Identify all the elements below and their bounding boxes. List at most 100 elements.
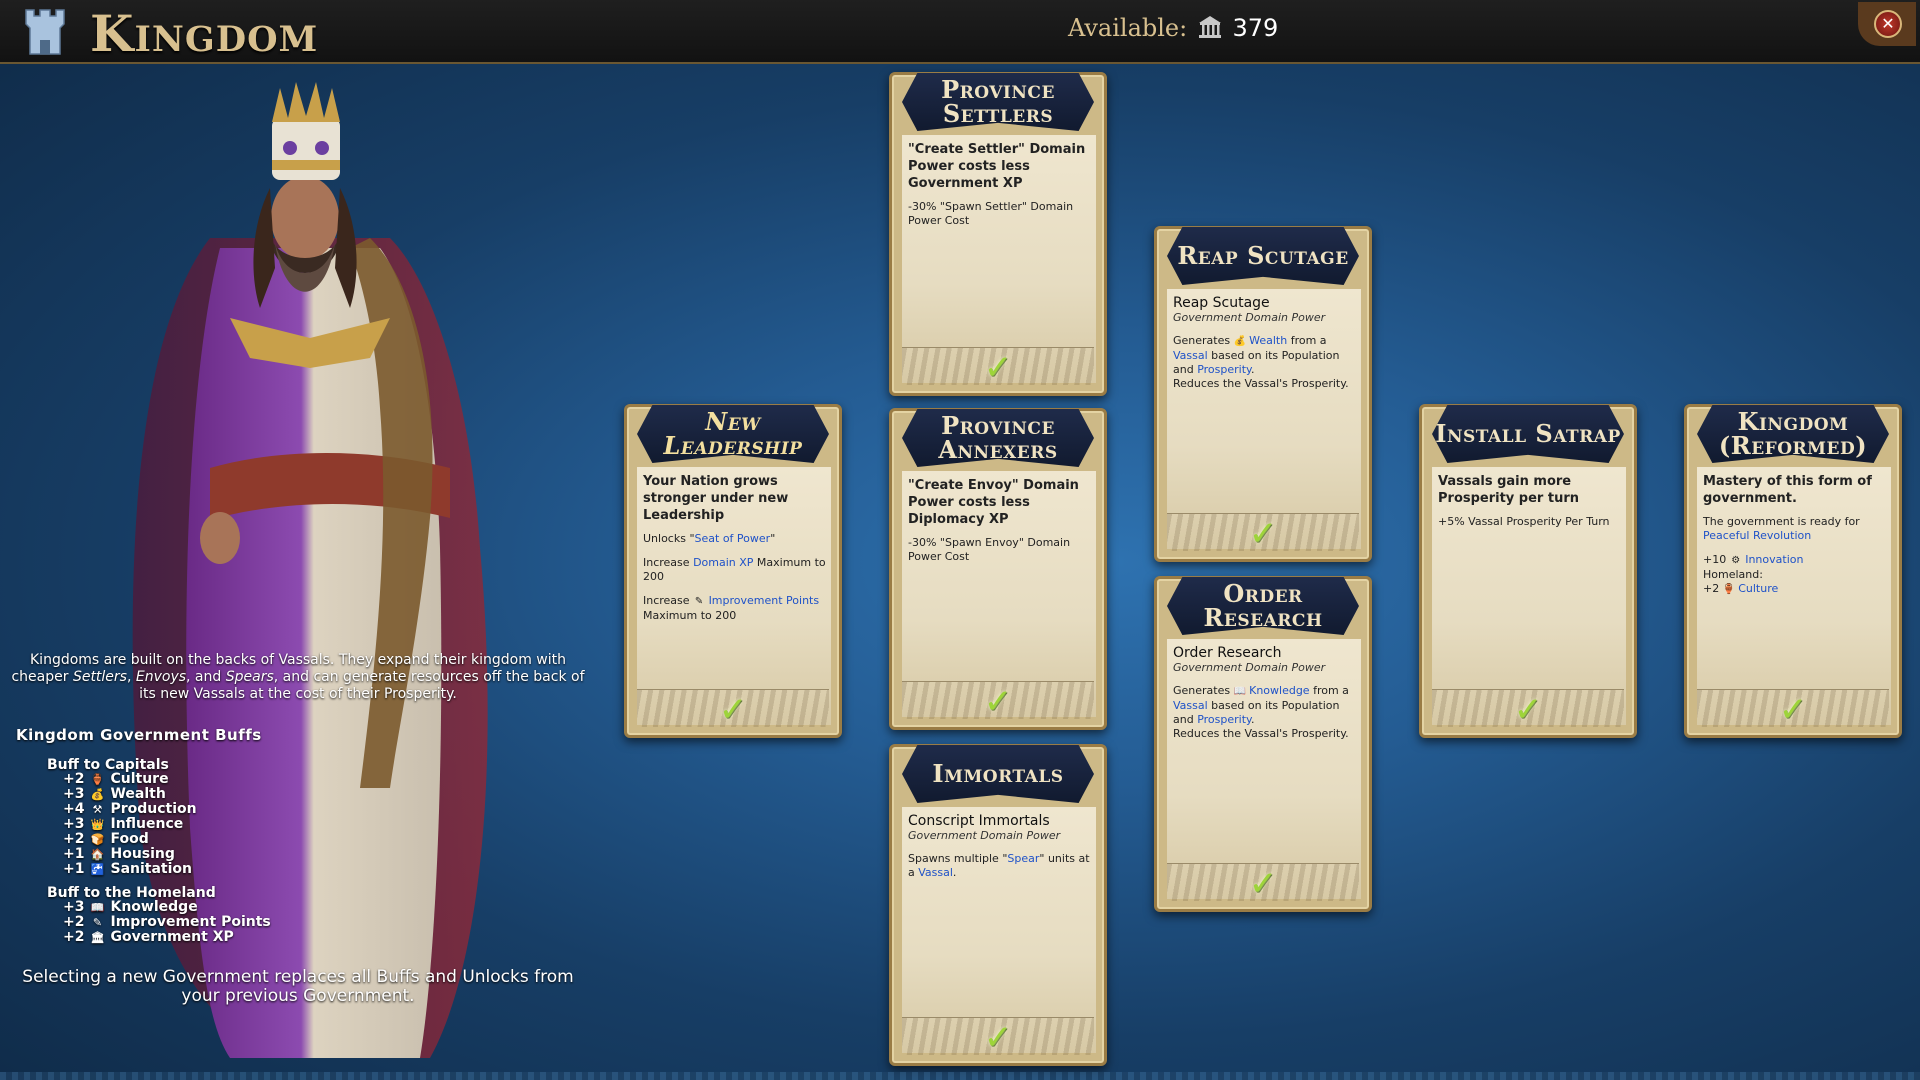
bottom-fringe (0, 1072, 1920, 1080)
vassal-link[interactable]: Vassal (918, 866, 953, 879)
effect-text: . (1250, 713, 1255, 726)
card-province-settlers[interactable]: Province Settlers "Create Settler" Domai… (889, 72, 1107, 396)
buff-label: Culture (110, 771, 169, 787)
vassal-link[interactable]: Vassal (1173, 699, 1208, 712)
domain-xp-link[interactable]: Domain XP (693, 556, 753, 569)
settlers-term: Settlers (72, 669, 127, 685)
prosperity-link[interactable]: Prosperity (1197, 713, 1251, 726)
close-icon[interactable]: ✕ (1874, 10, 1902, 38)
card-body: "Create Settler" Domain Power costs less… (902, 135, 1096, 383)
improvement-points-link[interactable]: Improvement Points (709, 594, 820, 607)
card-body: Your Nation grows stronger under new Lea… (637, 467, 831, 725)
card-body: Order Research Government Domain Power G… (1167, 639, 1361, 899)
wealth-icon: 💰 (90, 788, 105, 801)
card-header: Kingdom (Reformed) (1697, 405, 1889, 463)
buff-row: +4 ⚒ Production (47, 802, 197, 817)
close-button[interactable]: ✕ (1858, 2, 1916, 46)
available-currency: Available: 379 (1068, 14, 1278, 42)
card-effect: -30% "Spawn Settler" Domain Power Cost (908, 200, 1074, 227)
effect-text: +10 (1703, 553, 1730, 566)
effect-text: " (770, 532, 776, 545)
peaceful-revolution-link[interactable]: Peaceful Revolution (1703, 529, 1811, 542)
checkmark-icon: ✓ (1248, 864, 1278, 904)
innovation-icon: ⚙ (1731, 555, 1741, 566)
card-lead: Vassals gain more Prosperity per turn (1438, 474, 1580, 506)
spears-term: Spears (225, 669, 274, 685)
card-install-satrap[interactable]: Install Satrap Vassals gain more Prosper… (1419, 404, 1637, 738)
culture-link[interactable]: Culture (1738, 582, 1778, 595)
effect-text: Reduces the Vassal's Prosperity. (1173, 377, 1349, 390)
buffs-title: Kingdom Government Buffs (16, 726, 262, 744)
card-header: Province Annexers (902, 409, 1094, 467)
production-icon: ⚒ (92, 803, 103, 816)
power-name: Order Research (1173, 645, 1282, 661)
power-type: Government Domain Power (908, 829, 1061, 842)
card-lead: "Create Envoy" Domain Power costs less D… (908, 478, 1079, 527)
buff-label: Production (110, 801, 197, 817)
card-province-annexers[interactable]: Province Annexers "Create Envoy" Domain … (889, 408, 1107, 730)
innovation-link[interactable]: Innovation (1745, 553, 1803, 566)
buff-label: Wealth (110, 786, 166, 802)
buff-row: +3 👑 Influence (47, 817, 197, 832)
card-title: Install Satrap (1435, 419, 1621, 448)
homeland-buff-title: Buff to the Homeland (47, 885, 216, 901)
card-lead: Your Nation grows stronger under new Lea… (643, 474, 789, 523)
card-title: Province Settlers (941, 75, 1055, 128)
card-new-leadership[interactable]: New Leadership Your Nation grows stronge… (624, 404, 842, 738)
buff-label: Improvement Points (110, 914, 271, 930)
checkmark-icon: ✓ (983, 682, 1013, 722)
buff-label: Government XP (110, 929, 234, 945)
effect-text: Spawns multiple " (908, 852, 1008, 865)
description-separator: , and (186, 669, 226, 685)
sanitation-icon: 🚰 (90, 863, 105, 876)
homeland-buff-group: Buff to the Homeland +3 📖 Knowledge +2 ✎ Imp… (47, 886, 271, 945)
knowledge-icon: 📖 (1233, 686, 1247, 697)
card-header: Install Satrap (1432, 405, 1624, 463)
capitals-buff-group: Buff to Capitals +2 🏺 Culture +3 💰 Wealth +4… (47, 758, 197, 877)
card-title: Kingdom (Reformed) (1718, 407, 1868, 460)
wealth-link[interactable]: Wealth (1249, 334, 1287, 347)
power-name: Reap Scutage (1173, 295, 1270, 311)
effect-text: . (1250, 363, 1255, 376)
card-body: Mastery of this form of government. The … (1697, 467, 1891, 725)
card-body: Vassals gain more Prosperity per turn +5… (1432, 467, 1626, 725)
buff-value: +1 (63, 861, 85, 877)
top-bar: Kingdom Available: 379 ✕ (0, 0, 1920, 64)
buff-row: +2 ✎ Improvement Points (47, 915, 271, 930)
card-header: Immortals (902, 745, 1094, 803)
effect-text: Generates (1173, 684, 1234, 697)
kingdom-description: Kingdoms are built on the backs of Vassa… (10, 652, 586, 703)
card-title: Reap Scutage (1177, 241, 1349, 270)
card-kingdom-reformed[interactable]: Kingdom (Reformed) Mastery of this form … (1684, 404, 1902, 738)
card-effect: Generates 💰 Wealth from a Vassal based o… (1173, 334, 1356, 391)
spear-link[interactable]: Spear (1007, 852, 1039, 865)
prosperity-link[interactable]: Prosperity (1197, 363, 1251, 376)
buff-label: Knowledge (110, 899, 198, 915)
vassal-link[interactable]: Vassal (1173, 349, 1208, 362)
card-order-research[interactable]: Order Research Order Research Government… (1154, 576, 1372, 912)
card-header: Province Settlers (902, 73, 1094, 131)
improvement-points-icon: ✎ (92, 916, 103, 929)
checkmark-icon: ✓ (1248, 514, 1278, 554)
effect-text: from a (1309, 684, 1349, 697)
housing-icon: 🏠 (90, 848, 105, 861)
buff-row: +1 🚰 Sanitation (47, 862, 197, 877)
buff-label: Housing (110, 846, 175, 862)
card-reap-scutage[interactable]: Reap Scutage Reap Scutage Government Dom… (1154, 226, 1372, 562)
effect-text: Maximum to 200 (643, 609, 737, 622)
buff-row: +3 📖 Knowledge (47, 900, 271, 915)
buff-row: +2 🍞 Food (47, 832, 197, 847)
buff-value: +1 (63, 846, 85, 862)
knowledge-link[interactable]: Knowledge (1249, 684, 1309, 697)
government-xp-icon: 🏛 (90, 931, 105, 944)
seat-of-power-link[interactable]: Seat of Power (695, 532, 771, 545)
card-effect: Increase ✎ Improvement Points Maximum to… (643, 594, 826, 623)
effect-text: from a (1287, 334, 1327, 347)
effect-text: The government is ready for (1703, 515, 1860, 528)
effect-text: Increase (643, 594, 694, 607)
checkmark-icon: ✓ (718, 690, 748, 730)
buff-value: +3 (63, 899, 85, 915)
card-immortals[interactable]: Immortals Conscript Immortals Government… (889, 744, 1107, 1066)
card-effect: Generates 📖 Knowledge from a Vassal base… (1173, 684, 1356, 741)
buff-label: Influence (110, 816, 184, 832)
